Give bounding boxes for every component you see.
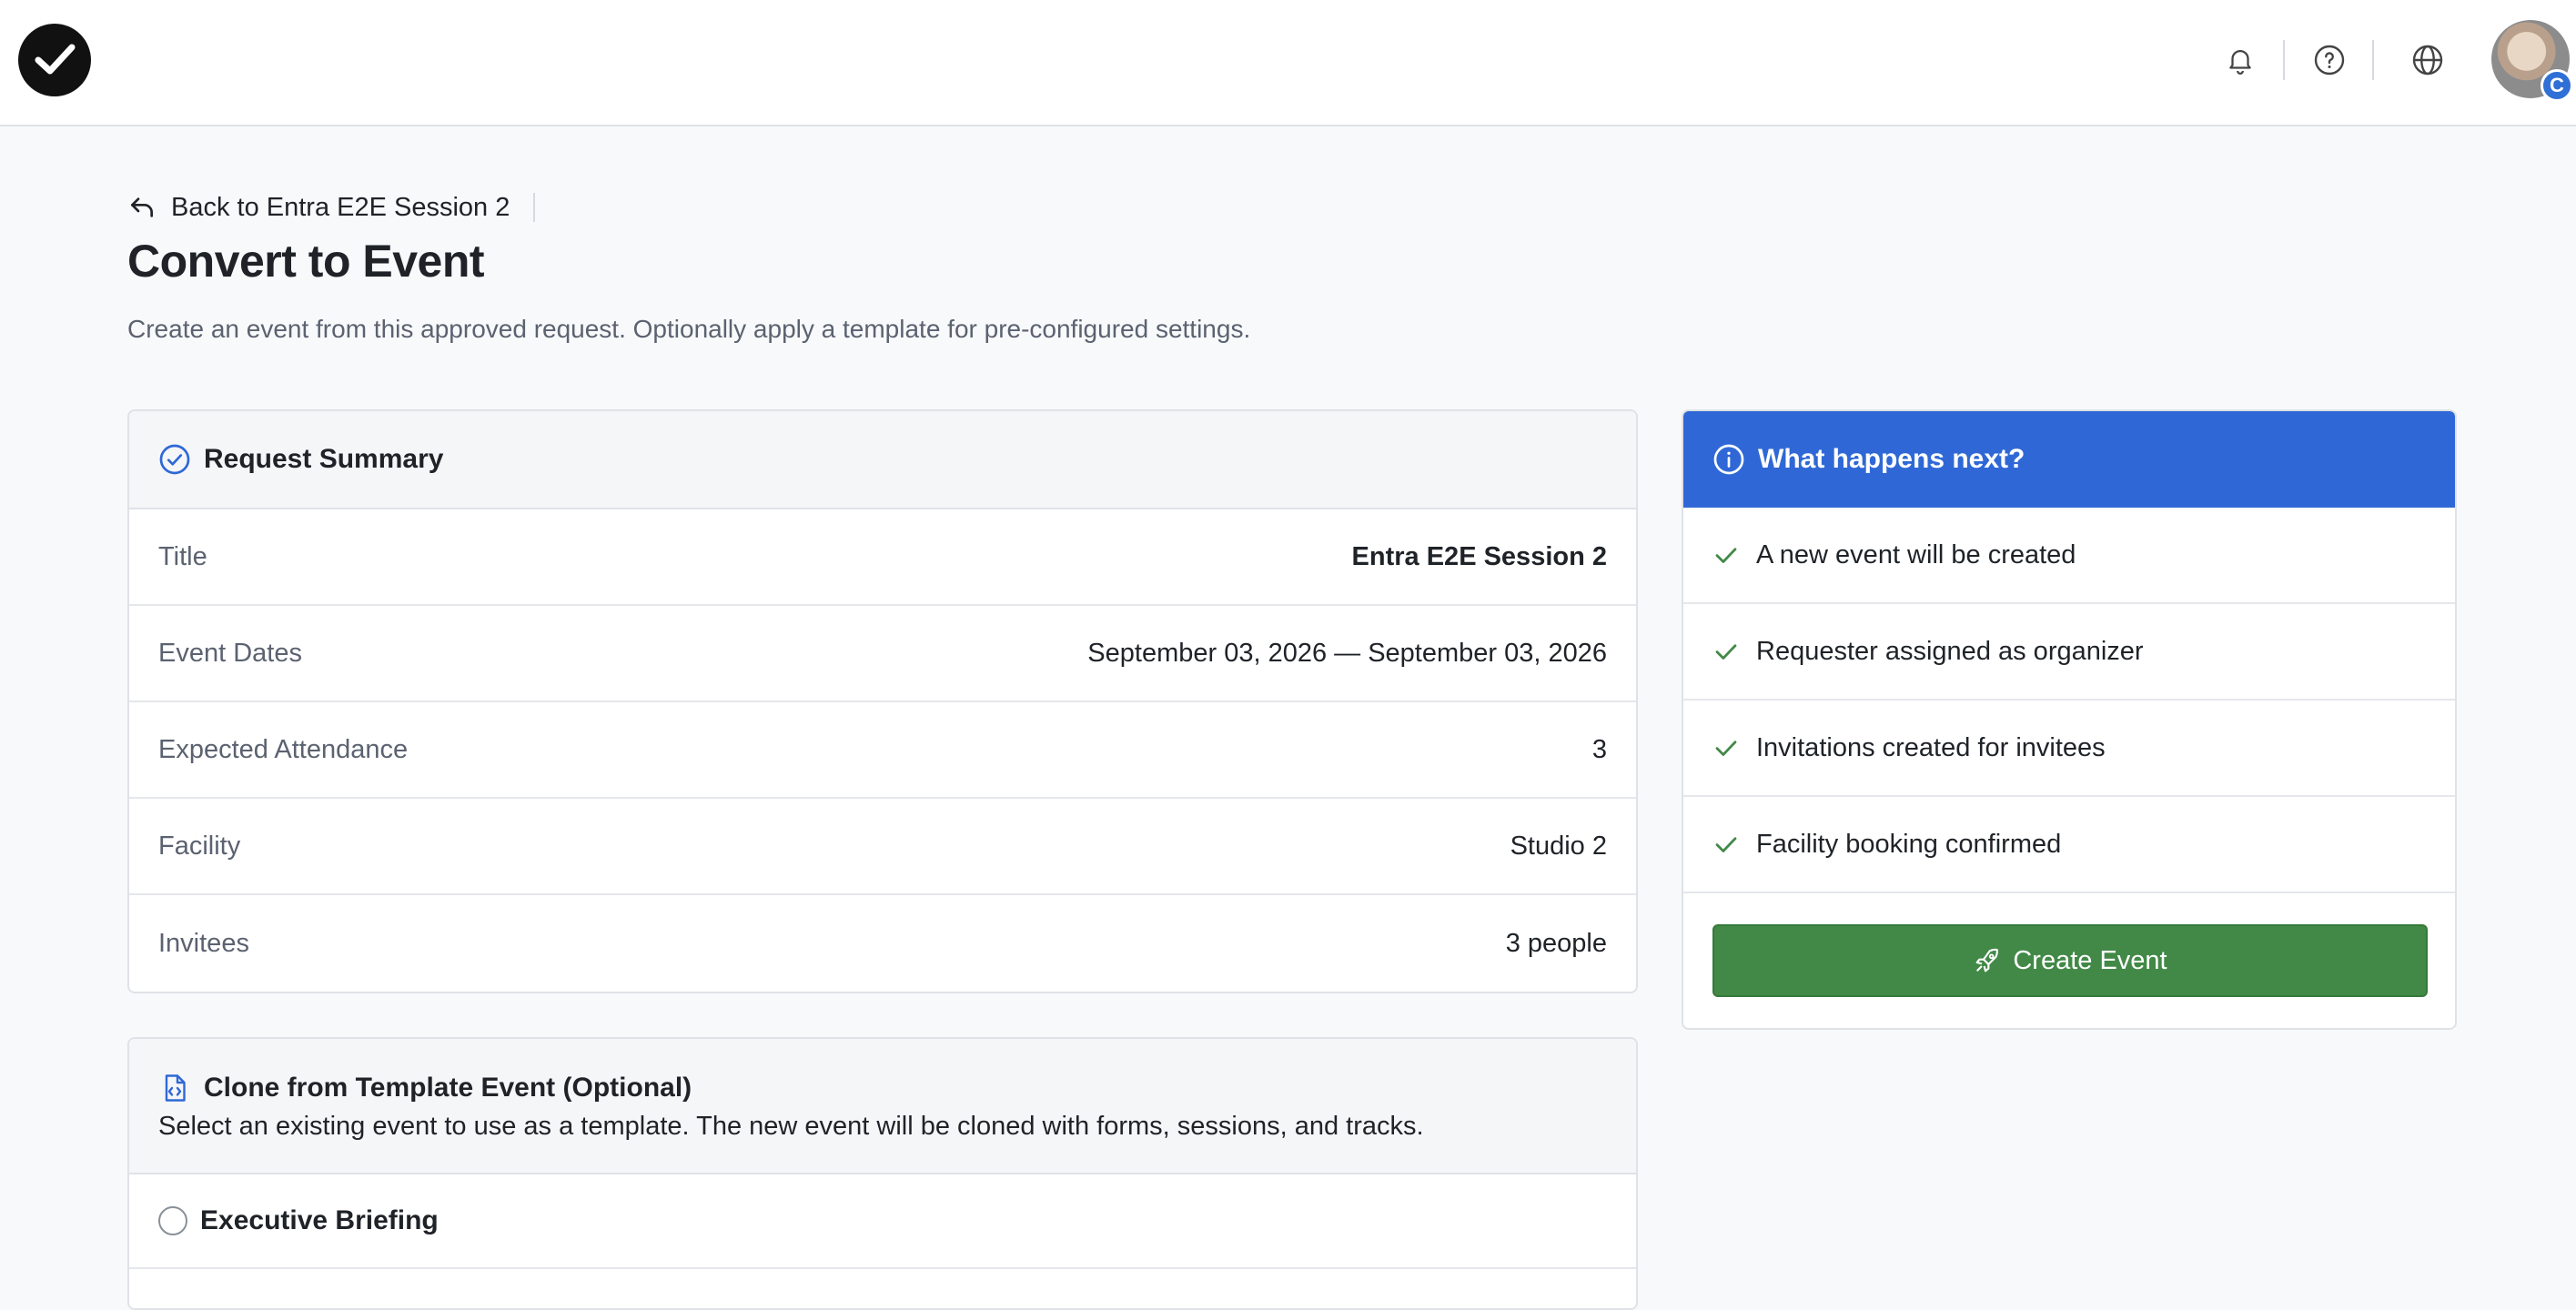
help-button[interactable] <box>2309 40 2349 80</box>
check-icon <box>1715 837 1737 852</box>
request-summary-header: Request Summary <box>129 411 1636 509</box>
template-card-header: Clone from Template Event (Optional) Sel… <box>129 1039 1636 1174</box>
what-happens-next-card: What happens next? A new event will be c… <box>1682 409 2457 1030</box>
rocket-icon <box>1975 948 1999 972</box>
summary-row-title: Title Entra E2E Session 2 <box>129 509 1636 606</box>
summary-row-attendance: Expected Attendance 3 <box>129 702 1636 799</box>
summary-row-facility: Facility Studio 2 <box>129 799 1636 895</box>
header-divider <box>2283 40 2285 80</box>
next-step-item: Facility booking confirmed <box>1683 797 2455 893</box>
create-event-label: Create Event <box>2013 945 2167 975</box>
back-link-label: Back to Entra E2E Session 2 <box>171 192 510 222</box>
summary-row-dates: Event Dates September 03, 2026 — Septemb… <box>129 606 1636 702</box>
next-step-item: Invitations created for invitees <box>1683 700 2455 797</box>
next-step-text: A new event will be created <box>1756 539 2076 569</box>
back-link[interactable]: Back to Entra E2E Session 2 <box>127 187 510 227</box>
globe-icon <box>2412 45 2443 76</box>
what-happens-next-title: What happens next? <box>1758 444 2025 474</box>
create-event-button[interactable]: Create Event <box>1712 924 2428 997</box>
check-icon <box>1715 548 1737 563</box>
breadcrumb-divider <box>533 193 535 222</box>
next-step-text: Requester assigned as organizer <box>1756 636 2144 666</box>
summary-label: Event Dates <box>158 638 302 668</box>
template-card-description: Select an existing event to use as a tem… <box>158 1112 1424 1141</box>
template-option-label: Executive Briefing <box>200 1205 439 1235</box>
summary-label: Expected Attendance <box>158 734 409 764</box>
request-summary-title: Request Summary <box>204 444 444 474</box>
summary-label: Facility <box>158 831 241 861</box>
template-radio[interactable] <box>158 1206 187 1235</box>
template-card: Clone from Template Event (Optional) Sel… <box>127 1037 1638 1310</box>
summary-value: September 03, 2026 — September 03, 2026 <box>1087 638 1607 668</box>
summary-label: Title <box>158 541 207 571</box>
summary-value: Studio 2 <box>1510 831 1607 861</box>
template-option[interactable]: Executive Briefing <box>129 1174 1636 1269</box>
app-logo[interactable] <box>18 24 91 96</box>
summary-value: Entra E2E Session 2 <box>1351 541 1607 571</box>
template-card-title: Clone from Template Event (Optional) <box>204 1073 692 1103</box>
next-step-item: A new event will be created <box>1683 508 2455 604</box>
file-code-icon <box>165 1074 186 1102</box>
checkmark-logo-icon <box>35 44 76 75</box>
avatar-badge: C <box>2541 69 2573 102</box>
bell-icon <box>2229 50 2251 75</box>
top-bar: C <box>0 0 2576 126</box>
next-step-item: Requester assigned as organizer <box>1683 604 2455 700</box>
header-divider <box>2372 40 2374 80</box>
summary-row-invitees: Invitees 3 people <box>129 895 1636 992</box>
check-icon <box>1715 644 1737 660</box>
what-happens-next-header: What happens next? <box>1683 411 2455 508</box>
next-step-text: Invitations created for invitees <box>1756 732 2106 762</box>
check-circle-icon <box>159 444 190 475</box>
back-arrow-icon <box>131 197 153 217</box>
info-icon <box>1713 444 1744 475</box>
request-summary-card: Request Summary Title Entra E2E Session … <box>127 409 1638 993</box>
summary-value: 3 <box>1591 734 1607 764</box>
check-icon <box>1715 741 1737 756</box>
page-title: Convert to Event <box>127 236 485 287</box>
language-button[interactable] <box>2408 40 2448 80</box>
summary-label: Invitees <box>158 928 249 958</box>
page-subtitle: Create an event from this approved reque… <box>127 315 1251 343</box>
notifications-button[interactable] <box>2220 40 2260 80</box>
help-icon <box>2314 45 2345 76</box>
summary-value: 3 people <box>1505 928 1607 958</box>
next-step-text: Facility booking confirmed <box>1756 829 2062 859</box>
